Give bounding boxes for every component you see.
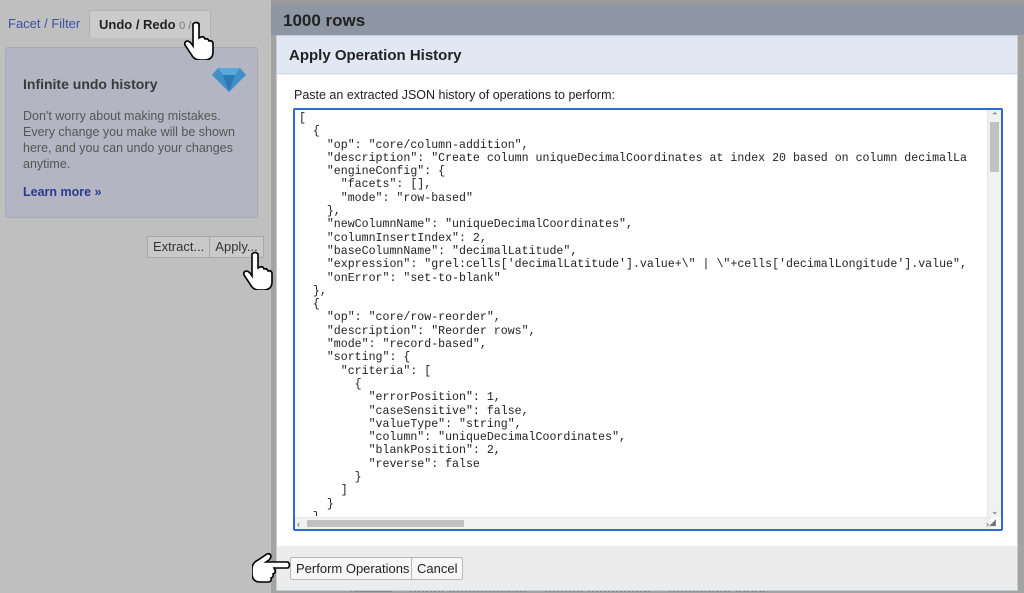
dialog-body: Paste an extracted JSON history of opera… [277, 75, 1017, 546]
pointing-hand-cursor-icon [252, 552, 291, 583]
scroll-left-arrow-icon[interactable]: ‹ [297, 519, 300, 529]
scroll-down-arrow-icon[interactable]: ⌄ [991, 506, 999, 516]
dialog-instruction: Paste an extracted JSON history of opera… [294, 88, 615, 102]
cancel-button[interactable]: Cancel [411, 557, 464, 580]
grid-header-bar [271, 5, 1024, 35]
horizontal-scrollbar[interactable]: ‹ › [295, 517, 991, 529]
left-panel: Facet / Filter Undo / Redo 0 / 0 Infinit… [0, 0, 271, 593]
tab-facet-filter[interactable]: Facet / Filter [0, 10, 88, 38]
left-tabs: Facet / Filter Undo / Redo 0 / 0 [0, 5, 271, 38]
learn-more-link[interactable]: Learn more » [23, 185, 240, 199]
perform-operations-button[interactable]: Perform Operations [290, 557, 416, 580]
resize-grip-icon[interactable]: ◢ [989, 517, 1000, 528]
dialog-footer: Perform Operations Cancel [277, 546, 1017, 590]
promo-title: Infinite undo history [23, 76, 158, 92]
hand-cursor-icon [242, 251, 273, 290]
diamond-icon [212, 68, 246, 92]
vertical-scroll-thumb[interactable] [990, 122, 999, 172]
json-history-text: [ { "op": "core/column-addition", "descr… [299, 112, 967, 516]
scroll-up-arrow-icon[interactable]: ⌃ [991, 111, 999, 121]
horizontal-scroll-thumb[interactable] [307, 520, 464, 527]
json-history-textarea[interactable]: [ { "op": "core/column-addition", "descr… [293, 108, 1003, 531]
vertical-scrollbar[interactable]: ⌃ ⌄ [987, 110, 1001, 517]
dialog-title: Apply Operation History [277, 36, 1017, 74]
apply-operation-dialog: Apply Operation History Paste an extract… [276, 35, 1018, 591]
promo-body: Don't worry about making mistakes. Every… [23, 109, 235, 171]
hand-cursor-icon [183, 21, 214, 60]
rows-count-title: 1000 rows [283, 11, 366, 30]
tab-undo-redo-label: Undo / Redo [99, 17, 176, 32]
extract-button[interactable]: Extract... [147, 236, 211, 258]
